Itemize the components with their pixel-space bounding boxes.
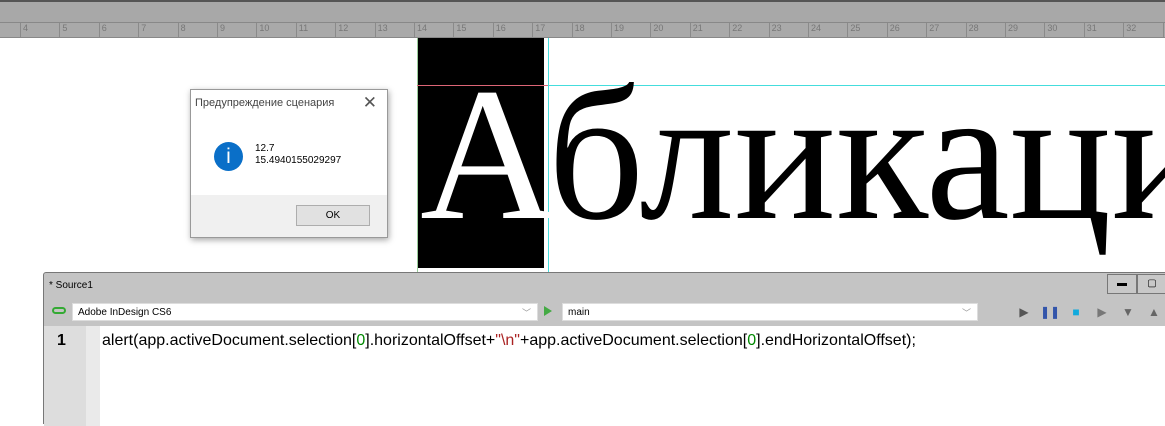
line-gutter: 1 — [44, 326, 100, 426]
message-line: 12.7 — [255, 143, 275, 154]
chevron-down-icon: ﹀ — [521, 308, 531, 318]
margin-guide — [417, 38, 418, 272]
ruler-label: 28 — [965, 23, 979, 37]
maximize-button[interactable]: ▢ — [1137, 274, 1165, 294]
ruler-label: 14 — [414, 23, 427, 37]
step-out-icon[interactable]: ▲ — [1146, 304, 1162, 320]
minimize-button[interactable]: ▬ — [1107, 274, 1137, 294]
ruler-label: 18 — [571, 23, 585, 37]
ruler-label: 16 — [492, 23, 506, 37]
code-number: 0 — [356, 332, 366, 349]
ruler-label: 15 — [453, 23, 466, 37]
ruler-label: 6 — [98, 23, 107, 37]
run-target-icon[interactable] — [544, 306, 552, 316]
ruler-label: 17 — [532, 23, 545, 37]
ruler-label: 19 — [611, 23, 624, 37]
ruler-label: 21 — [689, 23, 703, 37]
ruler-label: 9 — [217, 23, 225, 37]
panel-title: * Source1 — [49, 280, 93, 291]
pause-icon[interactable]: ❚❚ — [1040, 304, 1060, 320]
ruler-label: 26 — [886, 23, 900, 37]
document-text[interactable]: Абликаци — [420, 60, 1165, 250]
ruler-label: 12 — [335, 23, 348, 37]
ruler-label: 32 — [1123, 23, 1136, 37]
application-bar — [0, 0, 1165, 22]
function-select[interactable]: main ﹀ — [562, 303, 978, 321]
dialog-message: 12.7 15.4940155029297 — [255, 143, 341, 167]
stop-icon[interactable]: ■ — [1068, 304, 1084, 320]
ruler-label: 10 — [256, 23, 269, 37]
target-value: Adobe InDesign CS6 — [78, 307, 172, 318]
ruler-label: 23 — [768, 23, 782, 37]
text-rest: бликаци — [547, 50, 1165, 260]
step-over-icon[interactable]: ▶ — [1094, 304, 1110, 320]
link-icon[interactable] — [52, 307, 66, 314]
step-into-icon[interactable]: ▼ — [1120, 304, 1136, 320]
ruler-label: 20 — [650, 23, 663, 37]
ruler-label: 8 — [177, 23, 186, 37]
ruler-label: 22 — [729, 23, 742, 37]
code-number: 0 — [747, 332, 757, 349]
ruler-label: 25 — [847, 23, 860, 37]
ruler-label: 4 — [20, 23, 28, 37]
ruler-label: 27 — [926, 23, 939, 37]
ruler-label: 11 — [295, 23, 308, 37]
editor-toolbar: Adobe InDesign CS6 ﹀ main ﹀ ▶ ❚❚ ■ ▶ ▼ ▲ — [44, 300, 1165, 324]
chevron-down-icon: ﹀ — [961, 308, 971, 318]
code-token: +app.activeDocument.selection[ — [519, 332, 748, 349]
script-editor-panel: * Source1 ▬ ▢ Adobe InDesign CS6 ﹀ main ﹀ … — [43, 272, 1165, 426]
ruler-label: 24 — [808, 23, 821, 37]
ruler-label: 5 — [59, 23, 67, 37]
target-select[interactable]: Adobe InDesign CS6 ﹀ — [72, 303, 538, 321]
ruler-label: 7 — [138, 23, 146, 37]
close-icon[interactable]: ✕ — [363, 93, 377, 113]
code-token: ].endHorizontalOffset); — [756, 332, 916, 349]
code-line[interactable]: alert(app.activeDocument.selection[0].ho… — [102, 332, 916, 350]
code-token: ].horizontalOffset+ — [365, 332, 496, 349]
selected-letter: А — [420, 50, 548, 260]
horizontal-ruler[interactable]: 4 5 6 7 8 9 10 11 12 13 14 15 16 17 18 19 20 21 22 23 24 25 26… — [0, 22, 1165, 38]
message-line: 15.4940155029297 — [255, 155, 342, 166]
code-string: "\n" — [495, 332, 520, 349]
dialog-title: Предупреждение сценария — [195, 97, 335, 109]
ruler-label: 31 — [1083, 23, 1097, 37]
code-editor[interactable]: 1 alert(app.activeDocument.selection[0].… — [44, 326, 1165, 426]
info-icon: i — [214, 142, 243, 171]
ruler-label: 13 — [374, 23, 388, 37]
run-icon[interactable]: ▶ — [1016, 304, 1032, 320]
document-canvas[interactable]: Абликаци — [0, 38, 1165, 272]
ok-button[interactable]: OK — [296, 205, 370, 226]
ruler-label: 29 — [1005, 23, 1018, 37]
ruler-label: 30 — [1044, 23, 1057, 37]
function-value: main — [568, 307, 590, 318]
code-token: alert(app.activeDocument.selection[ — [102, 332, 357, 349]
line-number: 1 — [57, 332, 66, 349]
dialog-footer: OK — [191, 195, 387, 237]
script-alert-dialog: Предупреждение сценария ✕ i 12.7 15.4940… — [190, 89, 388, 238]
